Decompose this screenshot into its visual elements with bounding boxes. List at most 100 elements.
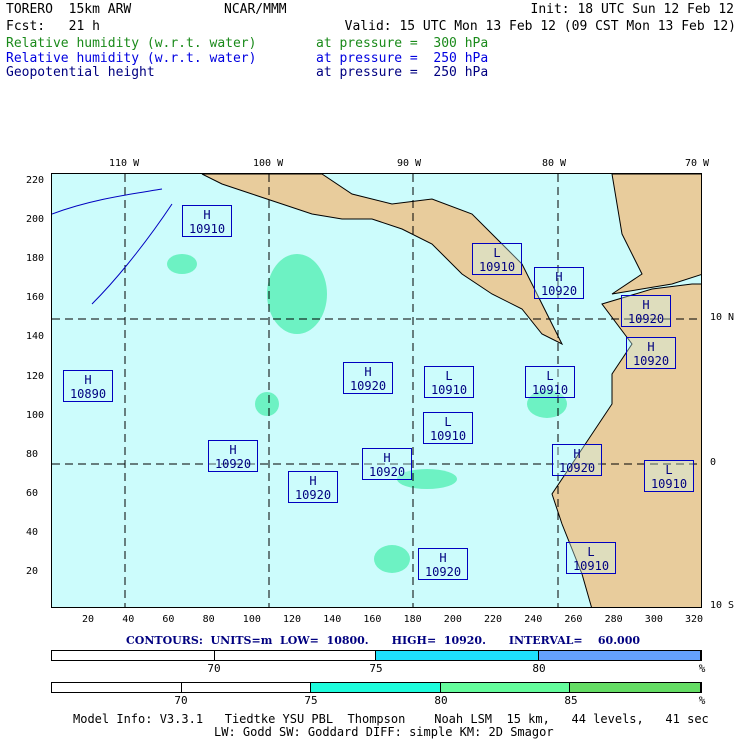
center-value: 10910 bbox=[531, 383, 569, 397]
colorbar-segment bbox=[570, 683, 701, 692]
colorbar-segment bbox=[538, 651, 701, 660]
bottom-axis-label: 120 bbox=[283, 614, 302, 625]
center-value: 10920 bbox=[368, 465, 406, 479]
contour-line bbox=[52, 188, 173, 305]
center-value: 10890 bbox=[69, 387, 107, 401]
bottom-axis-label: 200 bbox=[443, 614, 462, 625]
colorbar-segment bbox=[376, 651, 539, 660]
colorbar-segment bbox=[52, 683, 182, 692]
pressure-center-low: L 10910 bbox=[423, 412, 473, 444]
center-type: H bbox=[203, 208, 211, 222]
pressure-center-low: L 10910 bbox=[644, 460, 694, 492]
center-type: H bbox=[647, 340, 655, 354]
left-axis-label: 60 bbox=[26, 487, 39, 499]
humidity-patch bbox=[255, 392, 279, 416]
pressure-center-high: H 10920 bbox=[208, 440, 258, 472]
top-axis-label: 100 W bbox=[253, 158, 284, 169]
colorbar-segment bbox=[181, 683, 312, 692]
field-2-name: Relative humidity (w.r.t. water) bbox=[6, 51, 257, 66]
pressure-center-high: H 10920 bbox=[621, 295, 671, 327]
colorbar-label: 85 bbox=[564, 694, 578, 707]
bottom-axis-label: 100 bbox=[242, 614, 261, 625]
colorbar-300hpa bbox=[51, 682, 702, 693]
center-value: 10920 bbox=[540, 284, 578, 298]
center-value: 10920 bbox=[424, 565, 462, 579]
pressure-center-high: H 10920 bbox=[343, 362, 393, 394]
top-axis-label: 70 W bbox=[685, 158, 710, 169]
center-value: 10920 bbox=[294, 488, 332, 502]
colorbar-label: 75 bbox=[369, 662, 383, 675]
top-axis-label: 80 W bbox=[542, 158, 567, 169]
left-axis-label: 180 bbox=[26, 253, 45, 265]
center-type: L bbox=[444, 415, 452, 429]
bottom-axis-label: 20 bbox=[82, 614, 95, 625]
center-type: H bbox=[309, 474, 317, 488]
land-caribbean bbox=[611, 174, 701, 295]
bottom-axis-label: 300 bbox=[644, 614, 663, 625]
center-type: L bbox=[665, 463, 673, 477]
bottom-axis-label: 60 bbox=[162, 614, 175, 625]
center-type: H bbox=[364, 365, 372, 379]
colorbar-label: 75 bbox=[304, 694, 318, 707]
colorbar-label: 70 bbox=[207, 662, 221, 675]
center-type: L bbox=[493, 246, 501, 260]
bottom-axis-label: 240 bbox=[524, 614, 543, 625]
humidity-patch bbox=[374, 545, 410, 573]
weather-map: H 10910 L 10910 H 10920 H 10920 H 10920 H 10890 H 109… bbox=[51, 173, 702, 608]
colorbar-label: 70 bbox=[174, 694, 188, 707]
pressure-center-low: L 10910 bbox=[424, 366, 474, 398]
humidity-patch bbox=[167, 254, 197, 274]
field-1-name: Relative humidity (w.r.t. water) bbox=[6, 36, 257, 51]
center-value: 10910 bbox=[188, 222, 226, 236]
center-value: 10910 bbox=[572, 559, 610, 573]
left-axis-label: 40 bbox=[26, 526, 39, 538]
bottom-axis-label: 140 bbox=[323, 614, 342, 625]
center-type: H bbox=[555, 270, 563, 284]
center-value: 10920 bbox=[632, 354, 670, 368]
bottom-axis-label: 220 bbox=[484, 614, 503, 625]
contours-info: CONTOURS: UNITS=m LOW= 10800. HIGH= 1092… bbox=[126, 634, 640, 647]
bottom-axis-label: 320 bbox=[685, 614, 704, 625]
model-title: TORERO 15km ARW bbox=[6, 2, 132, 17]
colorbar-segment bbox=[311, 683, 441, 692]
left-axis-label: 100 bbox=[26, 409, 45, 421]
pressure-center-high: H 10920 bbox=[626, 337, 676, 369]
left-axis-label: 160 bbox=[26, 292, 45, 304]
left-axis-label: 120 bbox=[26, 370, 45, 382]
left-axis-label: 20 bbox=[26, 566, 39, 577]
center-value: 10920 bbox=[627, 312, 665, 326]
bottom-axis-label: 80 bbox=[202, 614, 215, 625]
pressure-center-low: L 10910 bbox=[566, 542, 616, 574]
pressure-center-high: H 10910 bbox=[182, 205, 232, 237]
left-axis-label: 200 bbox=[26, 214, 45, 226]
bottom-axis-label: 180 bbox=[403, 614, 422, 625]
colorbar-segment bbox=[214, 651, 376, 660]
org-label: NCAR/MMM bbox=[224, 2, 287, 17]
center-type: H bbox=[642, 298, 650, 312]
model-info-line1: Model Info: V3.3.1 Tiedtke YSU PBL Thomp… bbox=[73, 712, 709, 726]
pressure-center-high: H 10920 bbox=[552, 444, 602, 476]
top-axis-label: 110 W bbox=[109, 158, 140, 169]
model-info-line2: LW: Godd SW: Goddard DIFF: simple KM: 2D… bbox=[214, 725, 554, 739]
bottom-axis-label: 40 bbox=[122, 614, 135, 625]
center-value: 10920 bbox=[349, 379, 387, 393]
colorbar-label: 80 bbox=[532, 662, 546, 675]
center-type: H bbox=[84, 373, 92, 387]
right-axis-label: 10 S bbox=[710, 600, 735, 611]
left-axis-label: 220 bbox=[26, 175, 45, 186]
field-3-level: at pressure = 250 hPa bbox=[316, 65, 489, 80]
colorbar-label: 80 bbox=[434, 694, 448, 707]
center-value: 10920 bbox=[214, 457, 252, 471]
center-type: H bbox=[573, 447, 581, 461]
center-type: L bbox=[587, 545, 595, 559]
center-value: 10920 bbox=[558, 461, 596, 475]
center-value: 10910 bbox=[429, 429, 467, 443]
forecast-hour: Fcst: 21 h bbox=[6, 19, 100, 34]
colorbar-label: % bbox=[698, 694, 706, 707]
right-axis-label: 0 bbox=[710, 457, 717, 468]
left-axis-label: 80 bbox=[26, 448, 39, 460]
field-2-level: at pressure = 250 hPa bbox=[316, 51, 489, 66]
pressure-center-high: H 10920 bbox=[362, 448, 412, 480]
pressure-center-low: L 10910 bbox=[525, 366, 575, 398]
center-type: H bbox=[383, 451, 391, 465]
